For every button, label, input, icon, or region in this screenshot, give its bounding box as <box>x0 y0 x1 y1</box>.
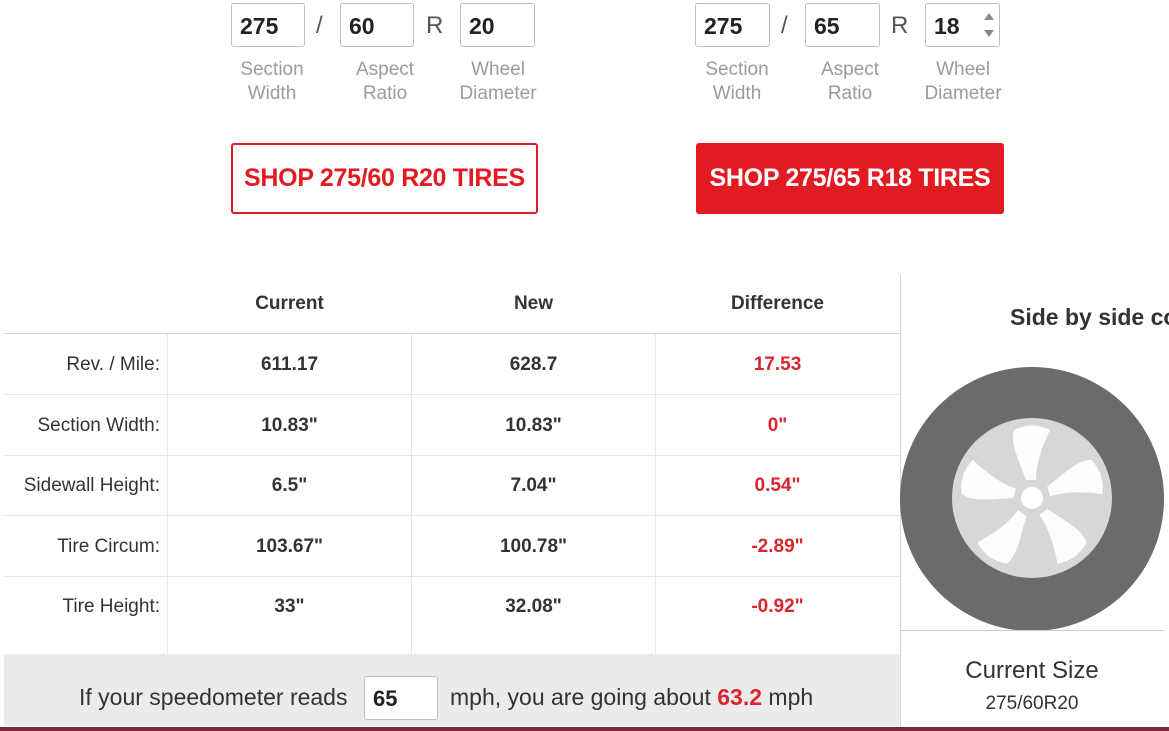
new-slash-separator: / <box>781 12 788 39</box>
bottom-border <box>0 727 1169 731</box>
table-row: Tire Height: 33" 32.08" -0.92" <box>4 577 900 637</box>
current-value: 103.67" <box>255 536 324 557</box>
header-difference: Difference <box>731 293 824 314</box>
new-wheel-diameter-value: 18 <box>934 13 960 39</box>
row-divider <box>4 394 900 395</box>
label-line: Aspect <box>820 59 880 80</box>
label-line: Section <box>705 59 769 80</box>
tire-wheel-icon <box>900 367 1164 631</box>
current-r-label: R <box>426 12 444 39</box>
difference-value: -0.92" <box>751 596 804 617</box>
side-panel-rule <box>900 630 1164 631</box>
difference-value: 0" <box>767 415 788 436</box>
new-r-label: R <box>891 12 909 39</box>
new-aspect-ratio-label: Aspect Ratio <box>800 58 900 106</box>
table-row: Tire Circum: 103.67" 100.78" -2.89" <box>4 517 900 577</box>
label-line: Wheel <box>936 59 990 80</box>
new-section-width-label: Section Width <box>687 58 787 106</box>
current-section-width-label: Section Width <box>222 58 322 106</box>
label-line: Diameter <box>459 83 537 104</box>
new-value: 10.83" <box>505 415 562 436</box>
new-wheel-diameter-input[interactable]: 18 <box>925 3 1000 47</box>
label-line: Diameter <box>924 83 1002 104</box>
current-wheel-diameter-input[interactable]: 20 <box>460 3 535 47</box>
label-line: Width <box>247 83 297 104</box>
actual-speed-value: 63.2 <box>717 684 763 710</box>
header-new: New <box>513 293 554 314</box>
label-line: Section <box>240 59 304 80</box>
row-label: Rev. / Mile: <box>66 354 160 375</box>
table-row: Sidewall Height: 6.5" 7.04" 0.54" <box>4 456 900 516</box>
shop-current-tires-button[interactable]: SHOP 275/60 R20 TIRES <box>231 143 538 214</box>
new-value: 628.7 <box>509 354 558 375</box>
speedometer-input[interactable]: 65 <box>364 676 438 720</box>
current-value: 6.5" <box>271 475 308 496</box>
current-value: 10.83" <box>261 415 318 436</box>
current-slash-separator: / <box>316 12 323 39</box>
current-value: 611.17 <box>260 354 319 375</box>
speedometer-result: mph, you are going about 63.2 mph <box>450 682 813 712</box>
new-value: 32.08" <box>505 596 562 617</box>
row-label: Tire Height: <box>62 596 161 617</box>
label-line: Ratio <box>827 83 873 104</box>
number-spinner-icon[interactable] <box>984 11 994 41</box>
new-value: 100.78" <box>499 536 568 557</box>
speedometer-prefix: If your speedometer reads <box>79 684 348 710</box>
difference-value: 17.53 <box>753 354 802 375</box>
header-current: Current <box>255 293 324 314</box>
table-row: Rev. / Mile: 611.17 628.7 17.53 <box>4 335 900 395</box>
new-section-width-input[interactable]: 275 <box>695 3 770 47</box>
row-label: Sidewall Height: <box>23 475 160 496</box>
label-line: Aspect <box>355 59 415 80</box>
speedometer-calculator: If your speedometer reads 65 mph, you ar… <box>4 654 900 726</box>
side-by-side-title: Side by side co <box>1010 304 1169 330</box>
row-label: Section Width: <box>37 415 161 436</box>
new-aspect-ratio-input[interactable]: 65 <box>805 3 880 47</box>
current-section-width-input[interactable]: 275 <box>231 3 305 47</box>
current-aspect-ratio-input[interactable]: 60 <box>340 3 414 47</box>
speedometer-suffix: mph <box>768 684 814 710</box>
new-wheel-diameter-label: Wheel Diameter <box>913 58 1013 106</box>
current-wheel-diameter-label: Wheel Diameter <box>448 58 548 106</box>
table-row: Section Width: 10.83" 10.83" 0" <box>4 396 900 456</box>
difference-value: 0.54" <box>754 475 801 496</box>
difference-value: -2.89" <box>751 536 804 557</box>
current-value: 33" <box>274 596 305 617</box>
speedometer-middle-text: mph, you are going about <box>450 684 711 710</box>
label-line: Width <box>712 83 762 104</box>
label-line: Wheel <box>471 59 525 80</box>
current-size-value: 275/60R20 <box>985 693 1079 714</box>
header-divider <box>4 333 900 334</box>
current-aspect-ratio-label: Aspect Ratio <box>335 58 435 106</box>
row-label: Tire Circum: <box>57 536 160 557</box>
row-divider <box>4 515 900 516</box>
current-size-label: Current Size <box>965 657 1099 684</box>
new-value: 7.04" <box>510 475 557 496</box>
label-line: Ratio <box>362 83 408 104</box>
shop-new-tires-button[interactable]: SHOP 275/65 R18 TIRES <box>696 143 1004 214</box>
